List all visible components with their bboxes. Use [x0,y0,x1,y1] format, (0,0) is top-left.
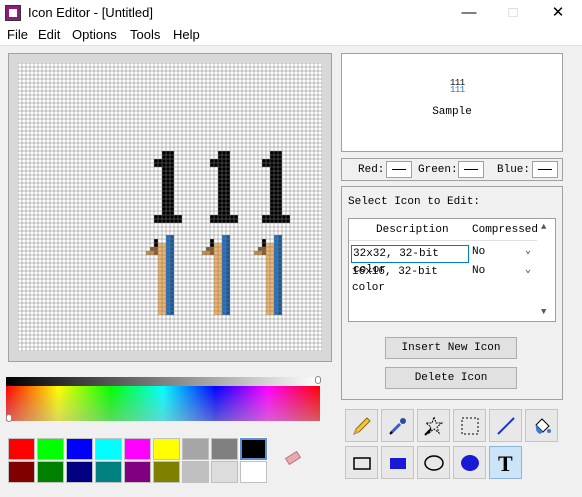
maximize-button[interactable]: □ [503,3,523,23]
palette-swatch[interactable] [211,461,238,483]
line-icon [497,417,515,435]
palette-swatch[interactable] [153,461,180,483]
minimize-button[interactable]: — [459,3,479,23]
magic-wand-tool[interactable] [417,409,450,442]
ellipse-filled-tool[interactable] [453,446,486,479]
palette-swatch[interactable] [124,461,151,483]
chevron-down-icon[interactable]: ⌄ [525,264,531,276]
column-compressed[interactable]: Compressed [472,224,538,236]
text-tool[interactable]: T [489,446,522,479]
grayscale-gradient[interactable] [6,377,320,386]
icon-list[interactable]: Description Compressed 32x32, 32-bit col… [348,218,556,322]
red-label: Red: [358,164,385,176]
pencil-tool[interactable] [345,409,378,442]
insert-new-icon-button[interactable]: Insert New Icon [385,337,517,359]
icon-select-title: Select Icon to Edit: [348,196,481,208]
list-header: Description Compressed [349,219,538,241]
rectangle-outline-icon [353,457,371,470]
pixel-canvas[interactable] [18,63,322,351]
svg-text:T: T [498,452,513,474]
paint-bucket-icon [535,418,551,434]
selection-tool[interactable] [453,409,486,442]
icon-list-row[interactable]: 32x32, 32-bit color No ⌄ [349,245,537,276]
palette-swatch[interactable] [95,461,122,483]
app-icon [5,5,21,21]
rectangle-filled-icon [390,458,406,469]
row-description: 32x32, 32-bit color [351,245,469,276]
sample-preview: 111 111 Sample [341,53,563,152]
green-label: Green: [418,164,458,176]
menu-help[interactable]: Help [173,27,200,42]
palette-swatch[interactable] [8,461,35,483]
menu-tools[interactable]: Tools [130,27,160,42]
row-compressed[interactable]: No [472,265,485,277]
magic-wand-icon [424,415,444,436]
palette-swatch[interactable] [95,438,122,460]
pencil-icon [353,417,371,435]
palette-swatch[interactable] [37,461,64,483]
palette-swatch[interactable] [124,438,151,460]
eyedropper-icon [389,418,406,435]
eraser-icon[interactable] [284,450,302,466]
line-tool[interactable] [489,409,522,442]
scroll-up-icon[interactable]: ▲ [541,222,546,232]
ellipse-filled-icon [461,455,479,471]
color-palette [6,372,334,486]
row-description: 16x16, 32-bit color [352,266,438,294]
palette-swatch[interactable] [182,461,209,483]
menu-file[interactable]: File [7,27,28,42]
sample-label: Sample [432,106,472,118]
palette-swatch[interactable] [240,461,267,483]
row-compressed[interactable]: No [472,246,485,258]
text-tool-icon: T [498,452,513,474]
palette-swatch[interactable] [211,438,238,460]
fill-tool[interactable] [525,409,558,442]
column-description[interactable]: Description [376,224,449,236]
icon-select-panel: Select Icon to Edit: Description Compres… [341,186,563,400]
ellipse-outline-icon [424,455,444,471]
title-bar: Icon Editor - [Untitled] — □ ✕ [0,0,582,26]
palette-swatch[interactable] [153,438,180,460]
menu-bar: File Edit Options Tools Help [0,26,582,46]
blue-value [532,161,558,178]
menu-edit[interactable]: Edit [38,27,60,42]
palette-swatch[interactable] [37,438,64,460]
hue-slider-knob[interactable] [6,414,12,422]
eyedropper-tool[interactable] [381,409,414,442]
red-value [386,161,412,178]
palette-swatch[interactable] [66,438,93,460]
window-title: Icon Editor - [Untitled] [28,5,153,20]
scroll-down-icon[interactable]: ▼ [541,307,546,317]
list-scrollbar[interactable]: ▲ ▼ [538,219,555,321]
rectangle-outline-tool[interactable] [345,446,378,479]
green-value [458,161,484,178]
gray-slider-knob[interactable] [315,376,321,384]
color-readout: Red: Green: Blue: [341,158,563,181]
palette-swatch[interactable] [239,437,268,461]
blue-label: Blue: [497,164,531,176]
ellipse-outline-tool[interactable] [417,446,450,479]
hue-gradient[interactable] [6,386,320,421]
close-button[interactable]: ✕ [548,3,568,23]
selection-rect-icon [461,417,479,435]
palette-swatch[interactable] [66,461,93,483]
tool-panel: T [341,406,563,486]
palette-swatch[interactable] [182,438,209,460]
menu-options[interactable]: Options [72,27,117,42]
rectangle-filled-tool[interactable] [381,446,414,479]
sample-icon: 111 111 [450,78,465,95]
icon-list-row[interactable]: 16x16, 32-bit color No ⌄ [349,264,537,294]
palette-swatch[interactable] [8,438,35,460]
delete-icon-button[interactable]: Delete Icon [385,367,517,389]
chevron-down-icon[interactable]: ⌄ [525,245,531,257]
